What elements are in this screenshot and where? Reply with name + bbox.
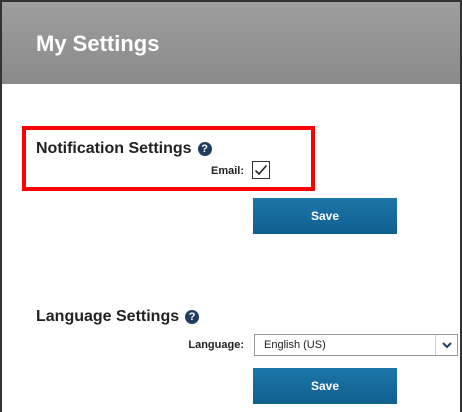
language-settings-title: Language Settings bbox=[36, 308, 180, 325]
notification-settings-title: Notification Settings bbox=[36, 140, 192, 157]
notification-save-button[interactable]: Save bbox=[253, 198, 397, 234]
highlight-annotation-box bbox=[22, 126, 315, 191]
language-save-button[interactable]: Save bbox=[253, 368, 397, 404]
email-checkbox[interactable] bbox=[252, 161, 270, 179]
language-select-value: English (US) bbox=[264, 339, 326, 351]
help-icon[interactable]: ? bbox=[197, 142, 212, 156]
language-settings-heading: Language Settings? bbox=[36, 308, 200, 326]
language-select[interactable]: English (US) bbox=[254, 334, 458, 356]
language-label: Language: bbox=[188, 339, 244, 351]
checkmark-icon bbox=[254, 164, 268, 176]
notification-settings-heading: Notification Settings? bbox=[36, 140, 212, 158]
email-label: Email: bbox=[210, 165, 244, 177]
chevron-down-icon bbox=[442, 342, 452, 349]
select-arrow[interactable] bbox=[435, 335, 457, 355]
help-icon[interactable]: ? bbox=[185, 310, 200, 324]
page-header: My Settings bbox=[2, 2, 460, 84]
page-title: My Settings bbox=[36, 31, 160, 56]
